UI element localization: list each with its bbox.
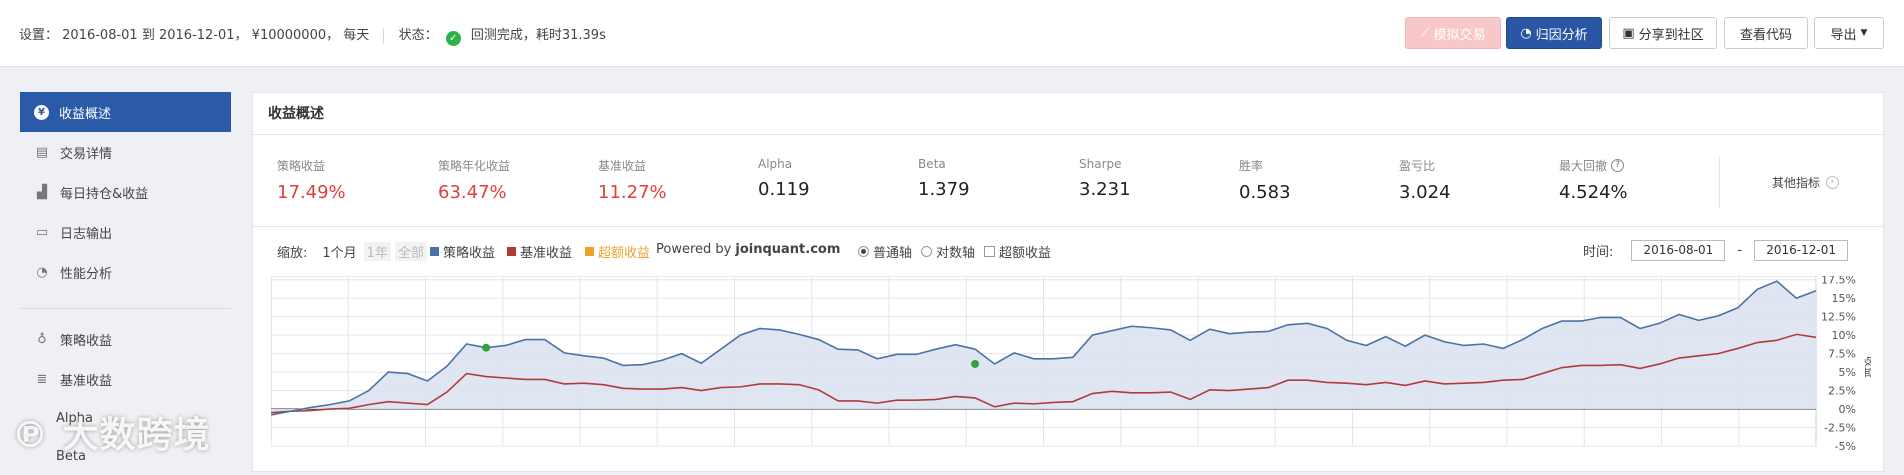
legend-swatch xyxy=(430,247,439,256)
top-bar: 设置： 2016-08-01 到 2016-12-01， ¥10000000， … xyxy=(0,0,1904,67)
logo-icon: ℗ xyxy=(12,415,49,456)
radio-unchecked xyxy=(921,246,932,257)
time-label: 时间: xyxy=(1583,245,1614,260)
settings-period: 2016-08-01 到 2016-12-01， xyxy=(62,28,248,43)
axis-log-radio[interactable]: 对数轴 xyxy=(921,242,975,261)
metric-alpha: Alpha 0.119 xyxy=(758,157,810,200)
excess-return-checkbox[interactable]: 超额收益 xyxy=(984,242,1051,261)
chevron-right-icon: › xyxy=(1826,175,1839,189)
y-axis-label: 收益 xyxy=(1863,356,1871,378)
legend-benchmark[interactable]: 基准收益 xyxy=(507,242,572,261)
pie-icon: ◔ xyxy=(1520,25,1532,41)
date-from-input[interactable]: 2016-08-01 xyxy=(1631,240,1726,261)
comment-icon: ▣ xyxy=(1622,25,1635,41)
metric-profit-loss-ratio: 盈亏比 3.024 xyxy=(1399,159,1451,203)
caret-down-icon: ▼ xyxy=(1860,28,1868,38)
y-tick-label: 0% xyxy=(1839,403,1856,416)
zoom-label: 缩放: xyxy=(277,246,308,261)
y-tick-label: 2.5% xyxy=(1828,385,1856,398)
check-circle-icon: ✓ xyxy=(445,31,461,46)
metric-strategy-return: 策略收益 17.49% xyxy=(277,159,346,203)
y-tick-label: 17.5% xyxy=(1821,276,1856,287)
drawdown-marker xyxy=(482,343,491,352)
database-icon: ≣ xyxy=(36,371,48,387)
zoom-1-year-button[interactable]: 1年 xyxy=(363,242,391,261)
sidebar-divider xyxy=(20,308,231,309)
powered-by: Powered by joinquant.com xyxy=(656,242,841,257)
view-code-button[interactable]: 查看代码 xyxy=(1724,17,1808,49)
metrics-row: 策略收益 17.49% 策略年化收益 63.47% 基准收益 11.27% Al… xyxy=(253,135,1883,227)
legend-swatch xyxy=(507,247,516,256)
metric-benchmark-return: 基准收益 11.27% xyxy=(598,159,667,203)
watermark-logo: ℗ 大数跨境 xyxy=(12,415,211,456)
sidebar-item-trades[interactable]: ▤ 交易详情 xyxy=(20,132,231,172)
sidebar-item-benchmark-return[interactable]: ≣ 基准收益 xyxy=(20,359,231,399)
y-tick-label: 12.5% xyxy=(1821,311,1856,324)
metric-annual-return: 策略年化收益 63.47% xyxy=(438,159,511,203)
list-icon: ▤ xyxy=(35,144,49,160)
attribution-button[interactable]: ◔ 归因分析 xyxy=(1506,17,1602,49)
chart-icon: ⟋ xyxy=(1420,25,1430,41)
checkbox xyxy=(984,246,995,257)
metric-beta: Beta 1.379 xyxy=(918,157,970,200)
axis-normal-radio[interactable]: 普通轴 xyxy=(858,242,912,261)
share-button[interactable]: ▣ 分享到社区 xyxy=(1609,17,1717,49)
radio-checked xyxy=(858,246,869,257)
yen-icon: ¥ xyxy=(34,104,49,120)
returns-chart[interactable]: 17.5% 15% 12.5% 10% 7.5% 5% 2.5% 0% -2.5% -5% 收益 xyxy=(271,276,1871,471)
sidebar-item-performance[interactable]: ◔ 性能分析 xyxy=(20,252,231,292)
simulate-trade-button[interactable]: ⟋ 模拟交易 xyxy=(1405,17,1501,49)
bar-chart-icon: ▟ xyxy=(37,184,47,200)
y-tick-label: -5% xyxy=(1835,440,1856,453)
metric-sharpe: Sharpe 3.231 xyxy=(1079,157,1131,200)
more-metrics-link[interactable]: 其他指标 › xyxy=(1719,157,1839,207)
settings-frequency: 每天 xyxy=(343,28,370,43)
date-to-input[interactable]: 2016-12-01 xyxy=(1754,240,1849,261)
metric-max-drawdown: 最大回撤? 4.524% xyxy=(1559,159,1628,203)
zoom-1-month-button[interactable]: 1个月 xyxy=(319,242,359,261)
y-tick-label: -2.5% xyxy=(1824,422,1856,435)
sidebar-item-strategy-return[interactable]: ♁ 策略收益 xyxy=(20,319,231,359)
sidebar-item-overview[interactable]: ¥ 收益概述 xyxy=(20,92,231,132)
pie-icon: ◔ xyxy=(36,264,48,280)
y-tick-label: 7.5% xyxy=(1828,348,1856,361)
settings-capital: ¥10000000， xyxy=(251,28,340,43)
settings-prefix: 设置： xyxy=(19,28,59,43)
date-separator: - xyxy=(1737,243,1743,258)
sidebar-item-positions[interactable]: ▟ 每日持仓&收益 xyxy=(20,172,231,212)
divider xyxy=(383,27,385,44)
drawdown-marker xyxy=(971,359,980,368)
chart-controls: 缩放: 1个月 1年 全部 策略收益 基准收益 超额收益 Powered by … xyxy=(253,229,1883,269)
legend-swatch xyxy=(585,247,594,256)
status-label: 状态： xyxy=(398,28,438,43)
panel-title: 收益概述 xyxy=(253,93,1883,135)
sidebar-item-log[interactable]: ▭ 日志输出 xyxy=(20,212,231,252)
y-tick-label: 15% xyxy=(1832,292,1856,305)
overview-panel: 收益概述 策略收益 17.49% 策略年化收益 63.47% 基准收益 11.2… xyxy=(252,92,1884,472)
bulb-icon: ♁ xyxy=(37,331,47,347)
backtest-settings: 设置： 2016-08-01 到 2016-12-01， ¥10000000， … xyxy=(19,24,606,46)
log-icon: ▭ xyxy=(35,224,49,240)
legend-excess[interactable]: 超额收益 xyxy=(585,242,650,261)
y-tick-label: 5% xyxy=(1839,366,1856,379)
metric-win-rate: 胜率 0.583 xyxy=(1239,159,1291,203)
status-text: 回测完成，耗时31.39s xyxy=(470,28,606,43)
question-icon[interactable]: ? xyxy=(1611,159,1625,172)
zoom-all-button[interactable]: 全部 xyxy=(394,242,427,261)
legend-strategy[interactable]: 策略收益 xyxy=(430,242,495,261)
y-tick-label: 10% xyxy=(1832,329,1856,342)
export-dropdown[interactable]: 导出 ▼ xyxy=(1814,17,1884,49)
